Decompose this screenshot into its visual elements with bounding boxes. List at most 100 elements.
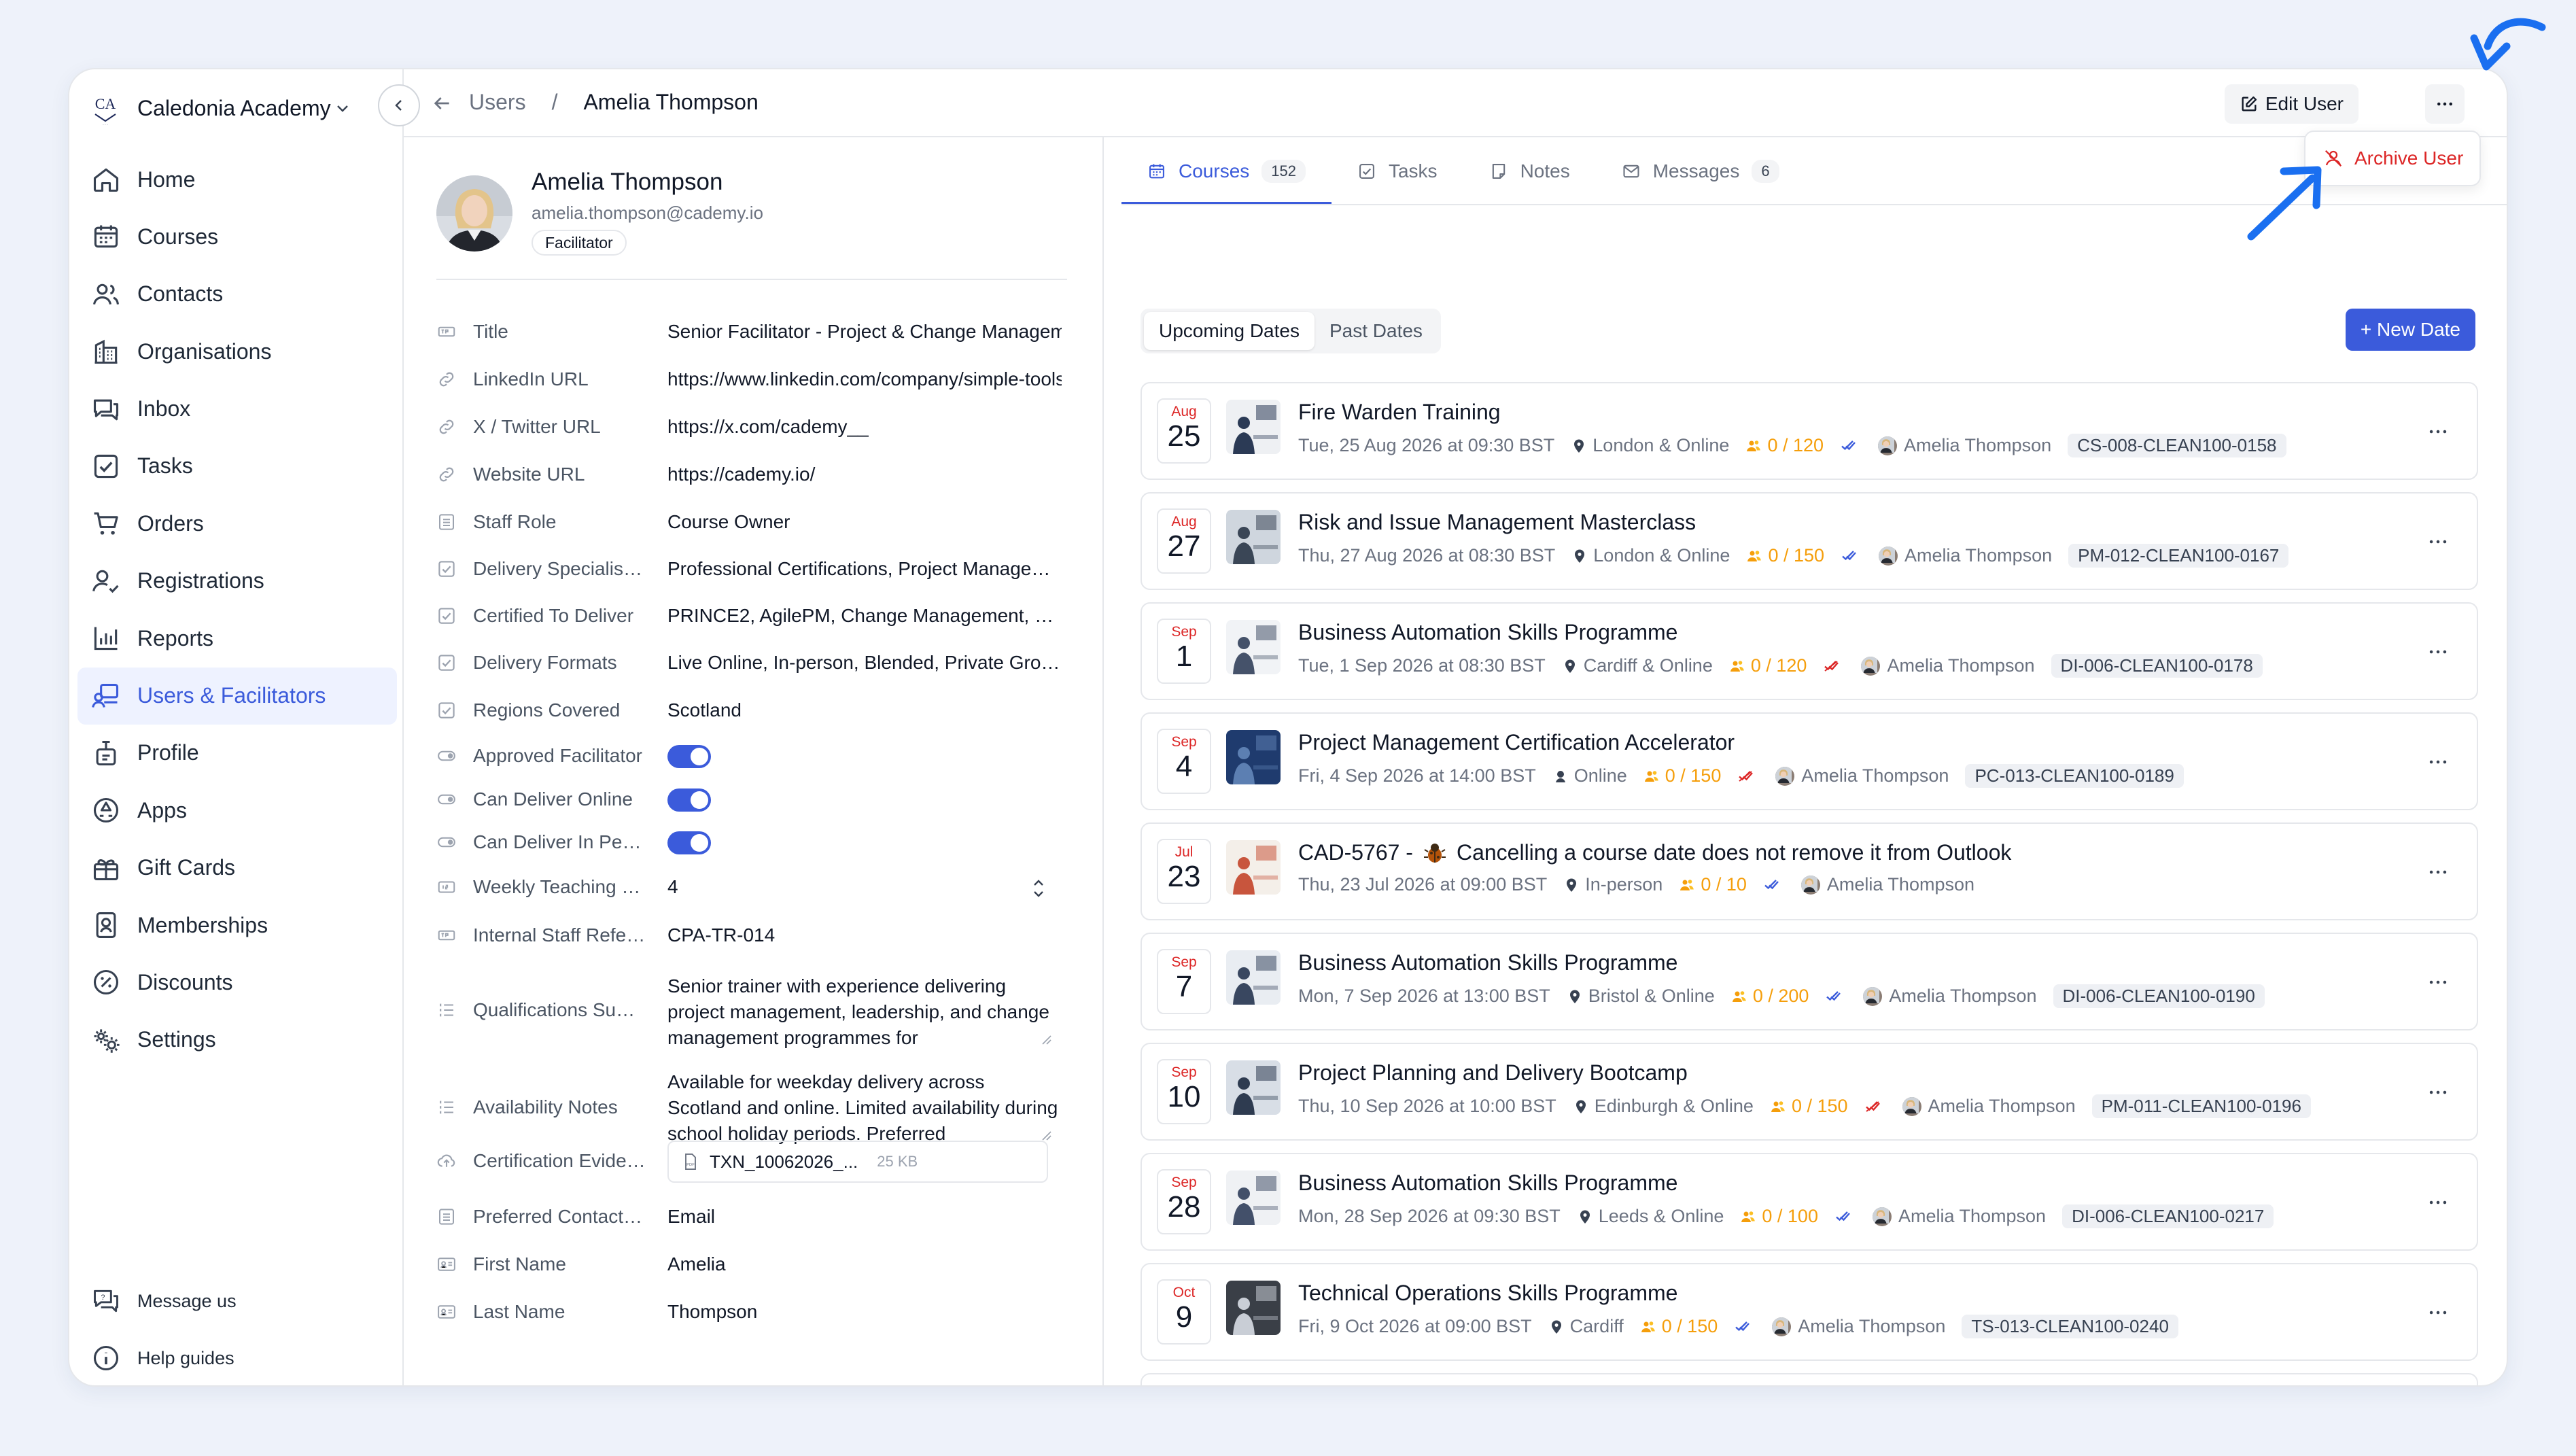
resize-handle-icon[interactable] <box>1039 1032 1052 1045</box>
sidebar-item-discounts[interactable]: Discounts <box>77 954 397 1011</box>
sidebar-item-label: Settings <box>137 1027 216 1052</box>
file-attachment[interactable]: PDF TXN_10062026_... 25 KB <box>667 1141 1048 1183</box>
card-more-icon[interactable] <box>2426 640 2450 663</box>
card-more-icon[interactable] <box>2426 861 2450 884</box>
course-title-row[interactable]: CAD-5767 - Cancelling a course date does… <box>1298 840 2011 865</box>
field-value[interactable]: https://cademy.io/ <box>667 464 1062 485</box>
course-title-row[interactable]: Fire Warden Training <box>1298 400 1501 425</box>
tab-tasks[interactable]: Tasks <box>1331 137 1463 205</box>
tab-messages[interactable]: Messages 6 <box>1596 137 1805 205</box>
card-more-icon[interactable] <box>2426 971 2450 994</box>
course-date-card[interactable]: Sep 7 Business Automation Skills Program… <box>1141 933 2478 1030</box>
course-date-card[interactable]: Sep 4 Project Management Certification A… <box>1141 712 2478 810</box>
course-title-row[interactable]: Risk and Issue Management Masterclass <box>1298 510 1696 535</box>
card-more-icon[interactable] <box>2426 1301 2450 1324</box>
file-name: TXN_10062026_... <box>710 1151 858 1172</box>
course-date-card[interactable]: Aug 25 Fire Warden Training Tue, 25 Aug … <box>1141 382 2478 480</box>
course-date-card[interactable]: Oct 9 Customer Service Excellence Progra… <box>1141 1373 2478 1385</box>
card-more-icon[interactable] <box>2426 750 2450 774</box>
textarea-value[interactable]: Available for weekday delivery across Sc… <box>667 1069 1062 1147</box>
course-title-row[interactable]: Project Management Certification Acceler… <box>1298 730 1735 755</box>
field-value[interactable]: PRINCE2, AgilePM, Change Management, MSP <box>667 605 1062 627</box>
course-date-card[interactable]: Sep 28 Business Automation Skills Progra… <box>1141 1153 2478 1251</box>
breadcrumb: Users / Amelia Thompson <box>469 90 759 115</box>
more-actions-button[interactable] <box>2425 84 2465 124</box>
message-us-link[interactable]: ? Message us <box>77 1272 397 1330</box>
sidebar-item-memberships[interactable]: Memberships <box>77 897 397 954</box>
field-value[interactable]: Live Online, In-person, Blended, Private… <box>667 652 1062 674</box>
tab-notes[interactable]: Notes <box>1463 137 1596 205</box>
field-label: Can Deliver In Person <box>473 831 646 852</box>
edit-user-button[interactable]: Edit User <box>2224 84 2359 124</box>
field-value[interactable]: https://www.linkedin.com/company/simple-… <box>667 368 1062 390</box>
field-value[interactable]: Senior Facilitator - Project & Change Ma… <box>667 321 1062 343</box>
date-badge: Sep 28 <box>1157 1169 1211 1234</box>
sidebar-footer: ? Message us Help guides <box>77 1272 397 1385</box>
course-date-card[interactable]: Sep 10 Project Planning and Delivery Boo… <box>1141 1043 2478 1141</box>
sidebar-item-tasks[interactable]: Tasks <box>77 438 397 495</box>
course-date-card[interactable]: Oct 9 Technical Operations Skills Progra… <box>1141 1263 2478 1361</box>
sidebar-item-users-and-facilitators[interactable]: Users & Facilitators <box>77 667 397 725</box>
sidebar-item-inbox[interactable]: Inbox <box>77 381 397 438</box>
sidebar-item-organisations[interactable]: Organisations <box>77 323 397 380</box>
sidebar-item-apps[interactable]: Apps <box>77 782 397 839</box>
toggle-switch[interactable] <box>667 745 711 768</box>
field-value[interactable]: Amelia <box>667 1253 1062 1275</box>
course-capacity: 0 / 200 <box>1731 986 1809 1007</box>
past-dates-tab[interactable]: Past Dates <box>1315 312 1438 350</box>
field-value[interactable]: 4 <box>667 876 1062 898</box>
card-more-icon[interactable] <box>2426 1191 2450 1214</box>
sidebar-item-label: Memberships <box>137 912 268 937</box>
upcoming-dates-tab[interactable]: Upcoming Dates <box>1144 312 1315 350</box>
course-title-row[interactable]: Business Automation Skills Programme <box>1298 1171 1677 1196</box>
toggle-switch[interactable] <box>667 831 711 854</box>
course-date-card[interactable]: Sep 1 Business Automation Skills Program… <box>1141 602 2478 700</box>
location-text: London & Online <box>1593 545 1730 566</box>
course-date-card[interactable]: Jul 23 CAD-5767 - Cancelling a course da… <box>1141 822 2478 920</box>
field-value[interactable]: Course Owner <box>667 511 1062 533</box>
course-title-row[interactable]: Business Automation Skills Programme <box>1298 950 1677 975</box>
paragraph-icon <box>440 1003 453 1017</box>
sidebar-item-contacts[interactable]: Contacts <box>77 266 397 323</box>
date-day: 28 <box>1167 1190 1201 1224</box>
course-thumbnail <box>1226 400 1281 454</box>
sidebar-item-courses[interactable]: Courses <box>77 208 397 265</box>
sidebar-item-home[interactable]: Home <box>77 151 397 208</box>
sidebar-item-profile[interactable]: Profile <box>77 725 397 782</box>
resize-handle-icon[interactable] <box>1039 1128 1052 1141</box>
toggle-switch[interactable] <box>667 788 711 812</box>
calendar-sync-status <box>1834 1209 1856 1225</box>
field-linkedin-url: LinkedIn URL https://www.linkedin.com/com… <box>436 368 1075 390</box>
field-value[interactable]: CPA-TR-014 <box>667 924 1062 946</box>
card-more-icon[interactable] <box>2426 420 2450 443</box>
org-switcher[interactable]: CA · · · Caledonia Academy <box>86 86 351 131</box>
sidebar-item-registrations[interactable]: Registrations <box>77 553 397 610</box>
number-stepper-icon[interactable] <box>1029 876 1048 901</box>
new-date-button[interactable]: + New Date <box>2345 309 2475 351</box>
card-more-icon[interactable] <box>2426 530 2450 553</box>
help-guides-link[interactable]: Help guides <box>77 1330 397 1385</box>
course-title-row[interactable]: Project Planning and Delivery Bootcamp <box>1298 1060 1688 1086</box>
tab-courses[interactable]: Courses 152 <box>1121 137 1331 205</box>
field-value[interactable]: Professional Certifications, Project Man… <box>667 558 1062 580</box>
course-title-row[interactable]: Business Automation Skills Programme <box>1298 620 1677 645</box>
field-value[interactable]: Thompson <box>667 1301 1062 1323</box>
facilitator-name: Amelia Thompson <box>1798 1316 1946 1336</box>
textarea-value[interactable]: Senior trainer with experience deliverin… <box>667 973 1062 1051</box>
course-thumbnail <box>1226 1281 1281 1335</box>
sidebar-item-settings[interactable]: Settings <box>77 1011 397 1069</box>
field-value[interactable]: Email <box>667 1206 1062 1228</box>
back-arrow-icon[interactable] <box>431 92 453 114</box>
field-value[interactable]: https://x.com/cademy__ <box>667 416 1062 438</box>
breadcrumb-users-link[interactable]: Users <box>469 90 526 115</box>
sidebar-item-orders[interactable]: Orders <box>77 495 397 552</box>
calendar-sync-status <box>1840 438 1862 454</box>
card-more-icon[interactable] <box>2426 1081 2450 1104</box>
attendees-icon <box>1732 990 1746 1002</box>
course-date-card[interactable]: Aug 27 Risk and Issue Management Masterc… <box>1141 492 2478 590</box>
course-title-row[interactable]: Technical Operations Skills Programme <box>1298 1281 1677 1306</box>
collapse-sidebar-button[interactable] <box>378 84 420 126</box>
sidebar-item-reports[interactable]: Reports <box>77 610 397 667</box>
field-value[interactable]: Scotland <box>667 699 1062 721</box>
sidebar-item-gift-cards[interactable]: Gift Cards <box>77 839 397 897</box>
